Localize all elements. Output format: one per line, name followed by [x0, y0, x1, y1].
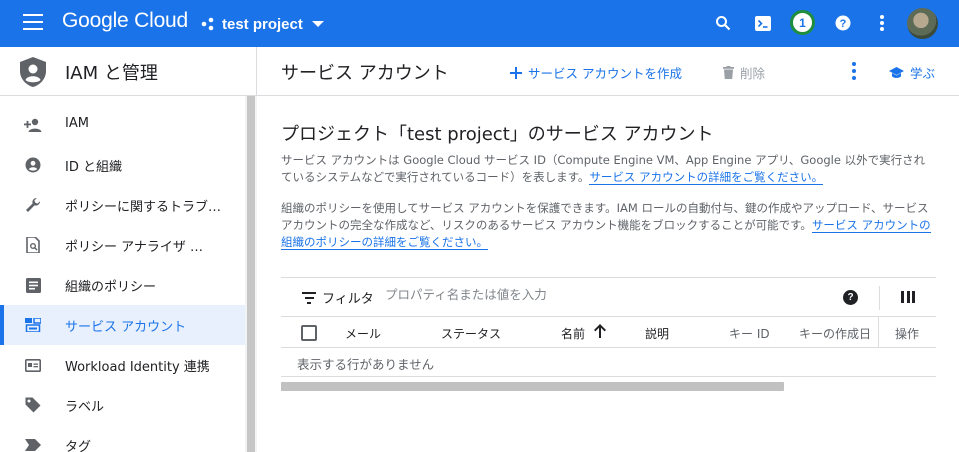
intro-paragraph: サービス アカウントは Google Cloud サービス ID（Compute…	[281, 152, 933, 186]
sidebar-item-identity-organization[interactable]: ID と組織	[0, 145, 245, 185]
avatar[interactable]	[907, 8, 938, 39]
google-cloud-logo[interactable]: Google Cloud	[62, 9, 188, 33]
column-header-email[interactable]: メール	[345, 325, 381, 342]
menu-icon[interactable]	[23, 14, 43, 32]
table-empty-row: 表示する行がありません	[281, 348, 936, 377]
select-all-checkbox[interactable]	[301, 325, 317, 341]
page-title: サービス アカウント	[281, 63, 449, 84]
top-app-bar: Google Cloud test project 1 ?	[0, 0, 959, 47]
sidebar-scrollbar-thumb[interactable]	[247, 96, 255, 452]
table-header: メール ステータス 名前 説明 キー ID キーの作成日 操作	[281, 317, 936, 348]
help-icon[interactable]: ?	[843, 290, 858, 305]
trash-icon	[723, 66, 734, 79]
tag-icon	[24, 437, 42, 452]
filter-input[interactable]	[385, 287, 805, 302]
sidebar-item-label: ID と組織	[65, 160, 122, 175]
sidebar-item-label: IAM	[65, 116, 89, 131]
learn-label: 学ぶ	[910, 66, 936, 81]
column-header-name[interactable]: 名前	[561, 325, 585, 342]
more-vert-icon[interactable]	[871, 12, 893, 34]
wrench-icon	[24, 197, 42, 213]
sidebar: IAM と管理 IAM ID と組織 ポリシーに関するトラブ… ポリシー アナラ…	[0, 47, 257, 452]
column-header-status[interactable]: ステータス	[441, 325, 501, 342]
sidebar-scrollbar[interactable]	[245, 96, 257, 452]
column-header-key-id[interactable]: キー ID	[729, 325, 770, 342]
sidebar-item-org-policies[interactable]: 組織のポリシー	[0, 265, 245, 305]
table-horizontal-scrollbar[interactable]	[281, 382, 784, 391]
notifications-badge[interactable]: 1	[790, 10, 815, 35]
column-display-icon[interactable]	[901, 291, 915, 303]
account-circle-icon	[24, 157, 42, 173]
sidebar-item-label: タグ	[65, 440, 92, 452]
sidebar-item-label: サービス アカウント	[65, 320, 187, 335]
sidebar-item-policy-analyzer[interactable]: ポリシー アナライザ …	[0, 225, 245, 265]
sidebar-item-label: 組織のポリシー	[65, 280, 157, 295]
sidebar-item-workload-identity[interactable]: Workload Identity 連携	[0, 345, 245, 385]
sidebar-item-label: ポリシー アナライザ …	[65, 240, 204, 255]
label-icon	[24, 397, 42, 413]
help-icon[interactable]: ?	[832, 12, 854, 34]
id-card-icon	[24, 357, 42, 373]
svg-text:?: ?	[840, 18, 847, 30]
delete-label: 削除	[740, 66, 766, 81]
list-document-icon	[24, 277, 42, 293]
column-header-description[interactable]: 説明	[645, 325, 669, 342]
cloud-shell-icon[interactable]	[752, 12, 774, 34]
more-vert-icon[interactable]	[851, 62, 857, 80]
service-account-icon	[24, 317, 42, 333]
sidebar-item-iam[interactable]: IAM	[0, 105, 245, 145]
org-policy-paragraph: 組織のポリシーを使用してサービス アカウントを保護できます。IAM ロールの自動…	[281, 200, 933, 251]
sidebar-item-label: ラベル	[65, 400, 105, 415]
create-service-account-label: サービス アカウントを作成	[528, 66, 682, 81]
learn-button[interactable]: 学ぶ	[889, 63, 935, 82]
plus-icon	[510, 66, 522, 79]
chevron-down-icon	[311, 21, 324, 27]
column-divider	[878, 317, 879, 348]
shield-icon	[20, 57, 46, 87]
table-filter-bar: フィルタ ?	[281, 277, 936, 317]
filter-icon[interactable]	[302, 292, 316, 304]
service-accounts-details-link[interactable]: サービス アカウントの詳細をご覧ください。	[589, 170, 824, 185]
project-icon	[201, 17, 214, 31]
sidebar-item-label: Workload Identity 連携	[65, 360, 210, 375]
sidebar-item-label: ポリシーに関するトラブ…	[65, 200, 222, 215]
empty-state-text: 表示する行がありません	[297, 357, 435, 372]
document-search-icon	[24, 237, 42, 253]
school-icon	[889, 66, 904, 79]
page-header: サービス アカウント サービス アカウントを作成 削除 学ぶ	[257, 47, 959, 96]
sidebar-item-labels[interactable]: ラベル	[0, 385, 245, 425]
column-header-actions: 操作	[895, 327, 920, 341]
column-header-key-creation-date[interactable]: キーの作成日	[799, 325, 871, 342]
project-name: test project	[222, 15, 303, 33]
divider	[879, 286, 880, 310]
person-add-icon	[24, 117, 42, 133]
create-service-account-button[interactable]: サービス アカウントを作成	[510, 63, 682, 82]
section-heading: プロジェクト「test project」のサービス アカウント	[281, 124, 714, 145]
search-icon[interactable]	[712, 12, 734, 34]
arrow-up-icon[interactable]	[594, 324, 606, 338]
project-selector[interactable]: test project	[201, 11, 324, 37]
sidebar-item-policy-troubleshooter[interactable]: ポリシーに関するトラブ…	[0, 185, 245, 225]
sidebar-header: IAM と管理	[0, 47, 257, 96]
sidebar-item-tags[interactable]: タグ	[0, 425, 245, 452]
sidebar-title: IAM と管理	[65, 63, 158, 84]
delete-button[interactable]: 削除	[723, 63, 765, 82]
filter-label[interactable]: フィルタ	[322, 288, 374, 307]
sidebar-item-service-accounts[interactable]: サービス アカウント	[0, 305, 245, 345]
sidebar-nav: IAM ID と組織 ポリシーに関するトラブ… ポリシー アナライザ … 組織の…	[0, 105, 245, 452]
